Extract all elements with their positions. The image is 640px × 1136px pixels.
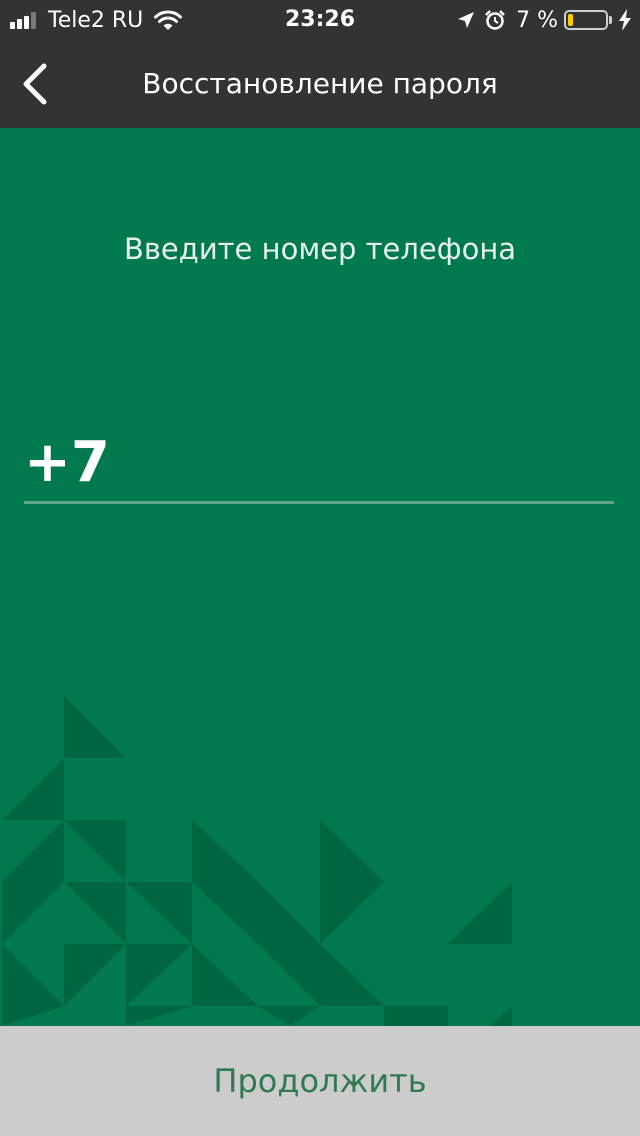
navigation-bar: Восстановление пароля [0,40,640,128]
battery-icon [564,10,608,30]
battery-level-fill [568,14,573,26]
continue-button[interactable]: Продолжить [0,1026,640,1136]
main-content: Введите номер телефона [0,128,640,1026]
charging-bolt-icon [619,9,631,31]
alarm-icon [485,10,505,30]
page-title: Восстановление пароля [142,67,498,100]
status-bar: Tele2 RU 23:26 7 % [0,0,640,40]
battery-tip [609,16,612,24]
phone-number-input[interactable] [24,424,614,504]
status-right: 7 % [448,0,632,40]
battery-percentage: 7 % [516,7,558,33]
phone-prompt: Введите номер телефона [123,232,517,266]
location-arrow-icon [458,12,475,28]
